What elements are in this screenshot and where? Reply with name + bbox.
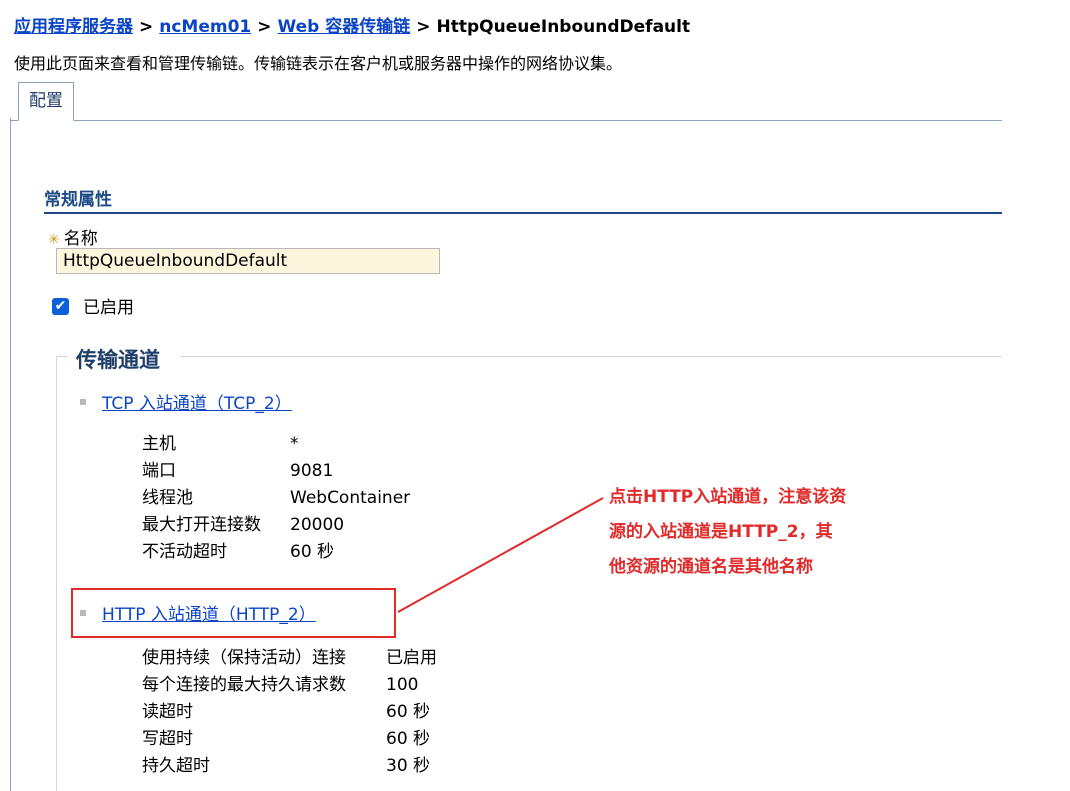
annotation-line: 点击HTTP入站通道，注意该资 bbox=[609, 487, 847, 507]
annotation-arrow-line bbox=[397, 497, 604, 613]
annotation-arrow bbox=[397, 497, 604, 613]
annotation-callout: 点击HTTP入站通道，注意该资 源的入站通道是HTTP_2，其 他资源的通道名是… bbox=[609, 480, 909, 585]
annotation-line: 源的入站通道是HTTP_2，其 bbox=[609, 522, 833, 542]
annotation-line: 他资源的通道名是其他名称 bbox=[609, 557, 813, 577]
